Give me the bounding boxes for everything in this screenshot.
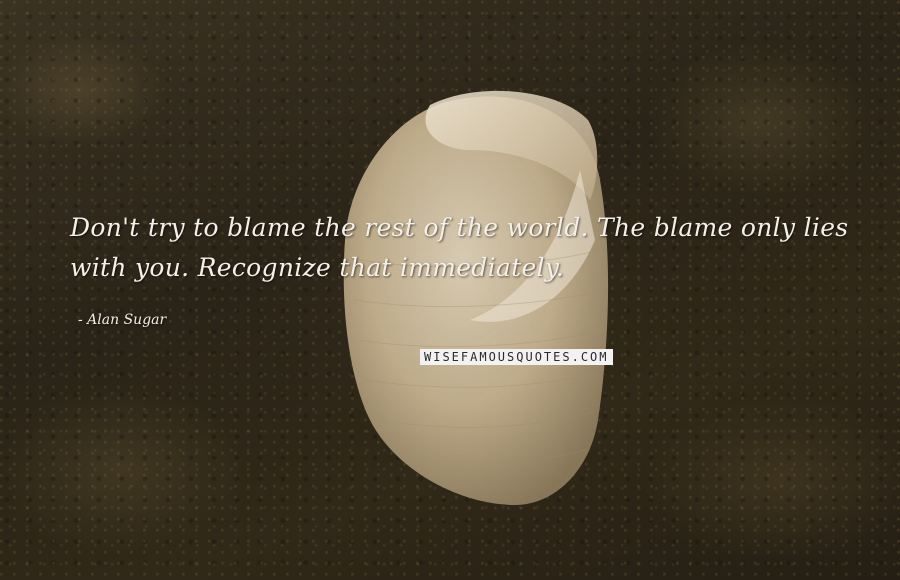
quote-text: Don't try to blame the rest of the world… [70, 213, 849, 282]
quote-image: Don't try to blame the rest of the world… [0, 0, 900, 580]
seashell-image [343, 90, 609, 505]
quote-author: - Alan Sugar [78, 312, 167, 328]
watermark-logo: WISEFAMOUSQUOTES.COM [420, 349, 613, 365]
